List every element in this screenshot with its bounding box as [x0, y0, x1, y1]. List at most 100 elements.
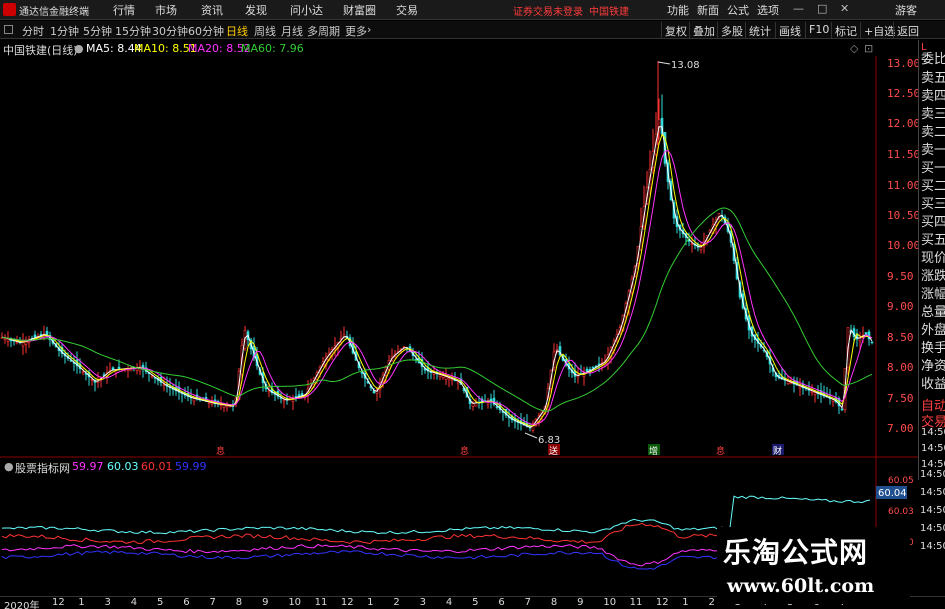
price-tick: 10.50	[887, 209, 921, 222]
time-tick: 10	[288, 597, 302, 608]
time-tick: 1	[682, 597, 689, 608]
kline-chart[interactable]: 13.08 6.83 息 息 送 增 息 财 60.05 60.04 60.03…	[0, 0, 945, 609]
price-tick: 12.50	[887, 87, 921, 100]
event-marker-1[interactable]: 息	[216, 445, 225, 457]
time-tick: 5	[157, 597, 164, 608]
side-item-ask4[interactable]: 卖四	[921, 85, 945, 104]
price-tick: 9.50	[887, 270, 914, 283]
side-item-price[interactable]: 现价	[921, 247, 945, 266]
time-tick: 8	[550, 597, 558, 608]
indicator-value-3: 60.01	[141, 460, 173, 473]
indicator-settings-icon[interactable]: ●	[4, 460, 14, 473]
time-tick: 3	[104, 597, 111, 608]
price-tick: 12.00	[887, 117, 921, 130]
time-tick: 8	[235, 597, 243, 608]
event-marker-5[interactable]: 息	[716, 445, 725, 457]
side-item-bid1[interactable]: 买一	[921, 157, 945, 176]
candle-body	[444, 376, 448, 380]
ind-axis-label-1: 60.05	[888, 476, 914, 486]
candle-body	[297, 394, 301, 397]
tick-time: 14:50	[921, 427, 945, 438]
candle-body	[81, 371, 85, 373]
candle-body	[786, 381, 790, 385]
time-tick: 11	[629, 597, 643, 608]
candle-body	[591, 366, 595, 369]
time-tick: 1	[367, 597, 374, 608]
side-item-bid5[interactable]: 买五	[921, 229, 945, 248]
side-item-change[interactable]: 涨跌	[921, 265, 945, 284]
indicator-title[interactable]: 股票指标网	[15, 460, 70, 476]
side-item-ask1[interactable]: 卖一	[921, 139, 945, 158]
ma20-line	[1, 149, 873, 425]
time-tick: 6	[498, 597, 505, 608]
event-marker-6[interactable]: 财	[773, 445, 782, 457]
side-item-order-ratio[interactable]: 委比	[921, 48, 945, 67]
side-item-earnings[interactable]: 收益	[921, 373, 945, 392]
price-tick: 13.00	[887, 57, 921, 70]
price-tick: 8.50	[887, 331, 914, 344]
candle-body	[798, 386, 802, 389]
ma60-line	[1, 207, 873, 412]
side-item-volume[interactable]: 总量	[921, 301, 945, 320]
ind-current-value: 60.04	[878, 488, 907, 499]
high-annotation: 13.08	[671, 60, 700, 71]
side-item-turnover[interactable]: 换手	[921, 337, 945, 356]
candle-body	[300, 393, 304, 396]
quote-side-panel: L 委比 卖五 卖四 卖三 卖二 卖一 买一 买二 买三 买四 买五 现价 涨跌…	[918, 40, 945, 480]
candle-body	[438, 374, 442, 378]
indicator-value-2: 60.03	[107, 460, 139, 473]
candle-body	[33, 334, 37, 338]
tick-time: 14:50	[920, 541, 945, 552]
time-tick: 4	[445, 597, 453, 608]
low-pointer	[524, 432, 538, 439]
time-tick: 12	[655, 597, 669, 608]
candle-body	[372, 390, 376, 394]
candle-body	[441, 375, 445, 379]
time-tick: 10	[603, 597, 617, 608]
price-tick: 7.00	[887, 422, 914, 435]
event-marker-4[interactable]: 增	[649, 445, 658, 457]
time-tick: 2	[393, 597, 400, 608]
side-item-net-assets[interactable]: 净资	[921, 355, 945, 374]
side-item-change-pct[interactable]: 涨幅	[921, 283, 945, 302]
event-marker-2[interactable]: 息	[460, 445, 469, 457]
side-item-outer-volume[interactable]: 外盘	[921, 319, 945, 338]
side-item-ask2[interactable]: 卖二	[921, 121, 945, 140]
ind-axis-label-3: 60.03	[888, 507, 914, 517]
time-tick: 11	[314, 597, 328, 608]
tick-time: 14:50	[920, 505, 945, 516]
candle-body	[870, 341, 874, 344]
candle-body	[6, 338, 10, 342]
tick-time: 14:50	[920, 487, 945, 498]
candle-body	[810, 390, 814, 393]
indicator-value-4: 59.99	[175, 460, 207, 473]
side-item-ask5[interactable]: 卖五	[921, 67, 945, 86]
high-pointer	[657, 61, 671, 65]
price-tick: 11.00	[887, 179, 921, 192]
ma10-line	[1, 133, 873, 427]
time-tick: 2020年	[4, 601, 40, 609]
tick-time: 14:50	[921, 443, 945, 454]
side-item-bid3[interactable]: 买三	[921, 193, 945, 212]
side-item-bid2[interactable]: 买二	[921, 175, 945, 194]
time-tick: 9	[577, 597, 584, 608]
event-marker-3[interactable]: 送	[549, 445, 558, 457]
price-tick: 7.50	[887, 392, 914, 405]
time-tick: 1	[78, 597, 85, 608]
candle-body	[162, 384, 166, 386]
price-tick: 10.00	[887, 239, 921, 252]
tick-time: 14:50	[920, 469, 945, 480]
candle-body	[282, 399, 286, 402]
time-tick: 7	[209, 597, 216, 608]
candle-body	[90, 379, 94, 381]
side-item-ask3[interactable]: 卖三	[921, 103, 945, 122]
tick-time: 14:50	[920, 523, 945, 534]
time-tick: 4	[130, 597, 138, 608]
candle-body	[840, 408, 844, 411]
candlestick-series	[0, 61, 874, 433]
candle-body	[690, 243, 694, 245]
watermark: 乐淘公式网 www.60lt.com	[717, 527, 910, 604]
price-tick: 11.50	[887, 148, 921, 161]
side-item-bid4[interactable]: 买四	[921, 211, 945, 230]
candle-body	[585, 368, 589, 372]
